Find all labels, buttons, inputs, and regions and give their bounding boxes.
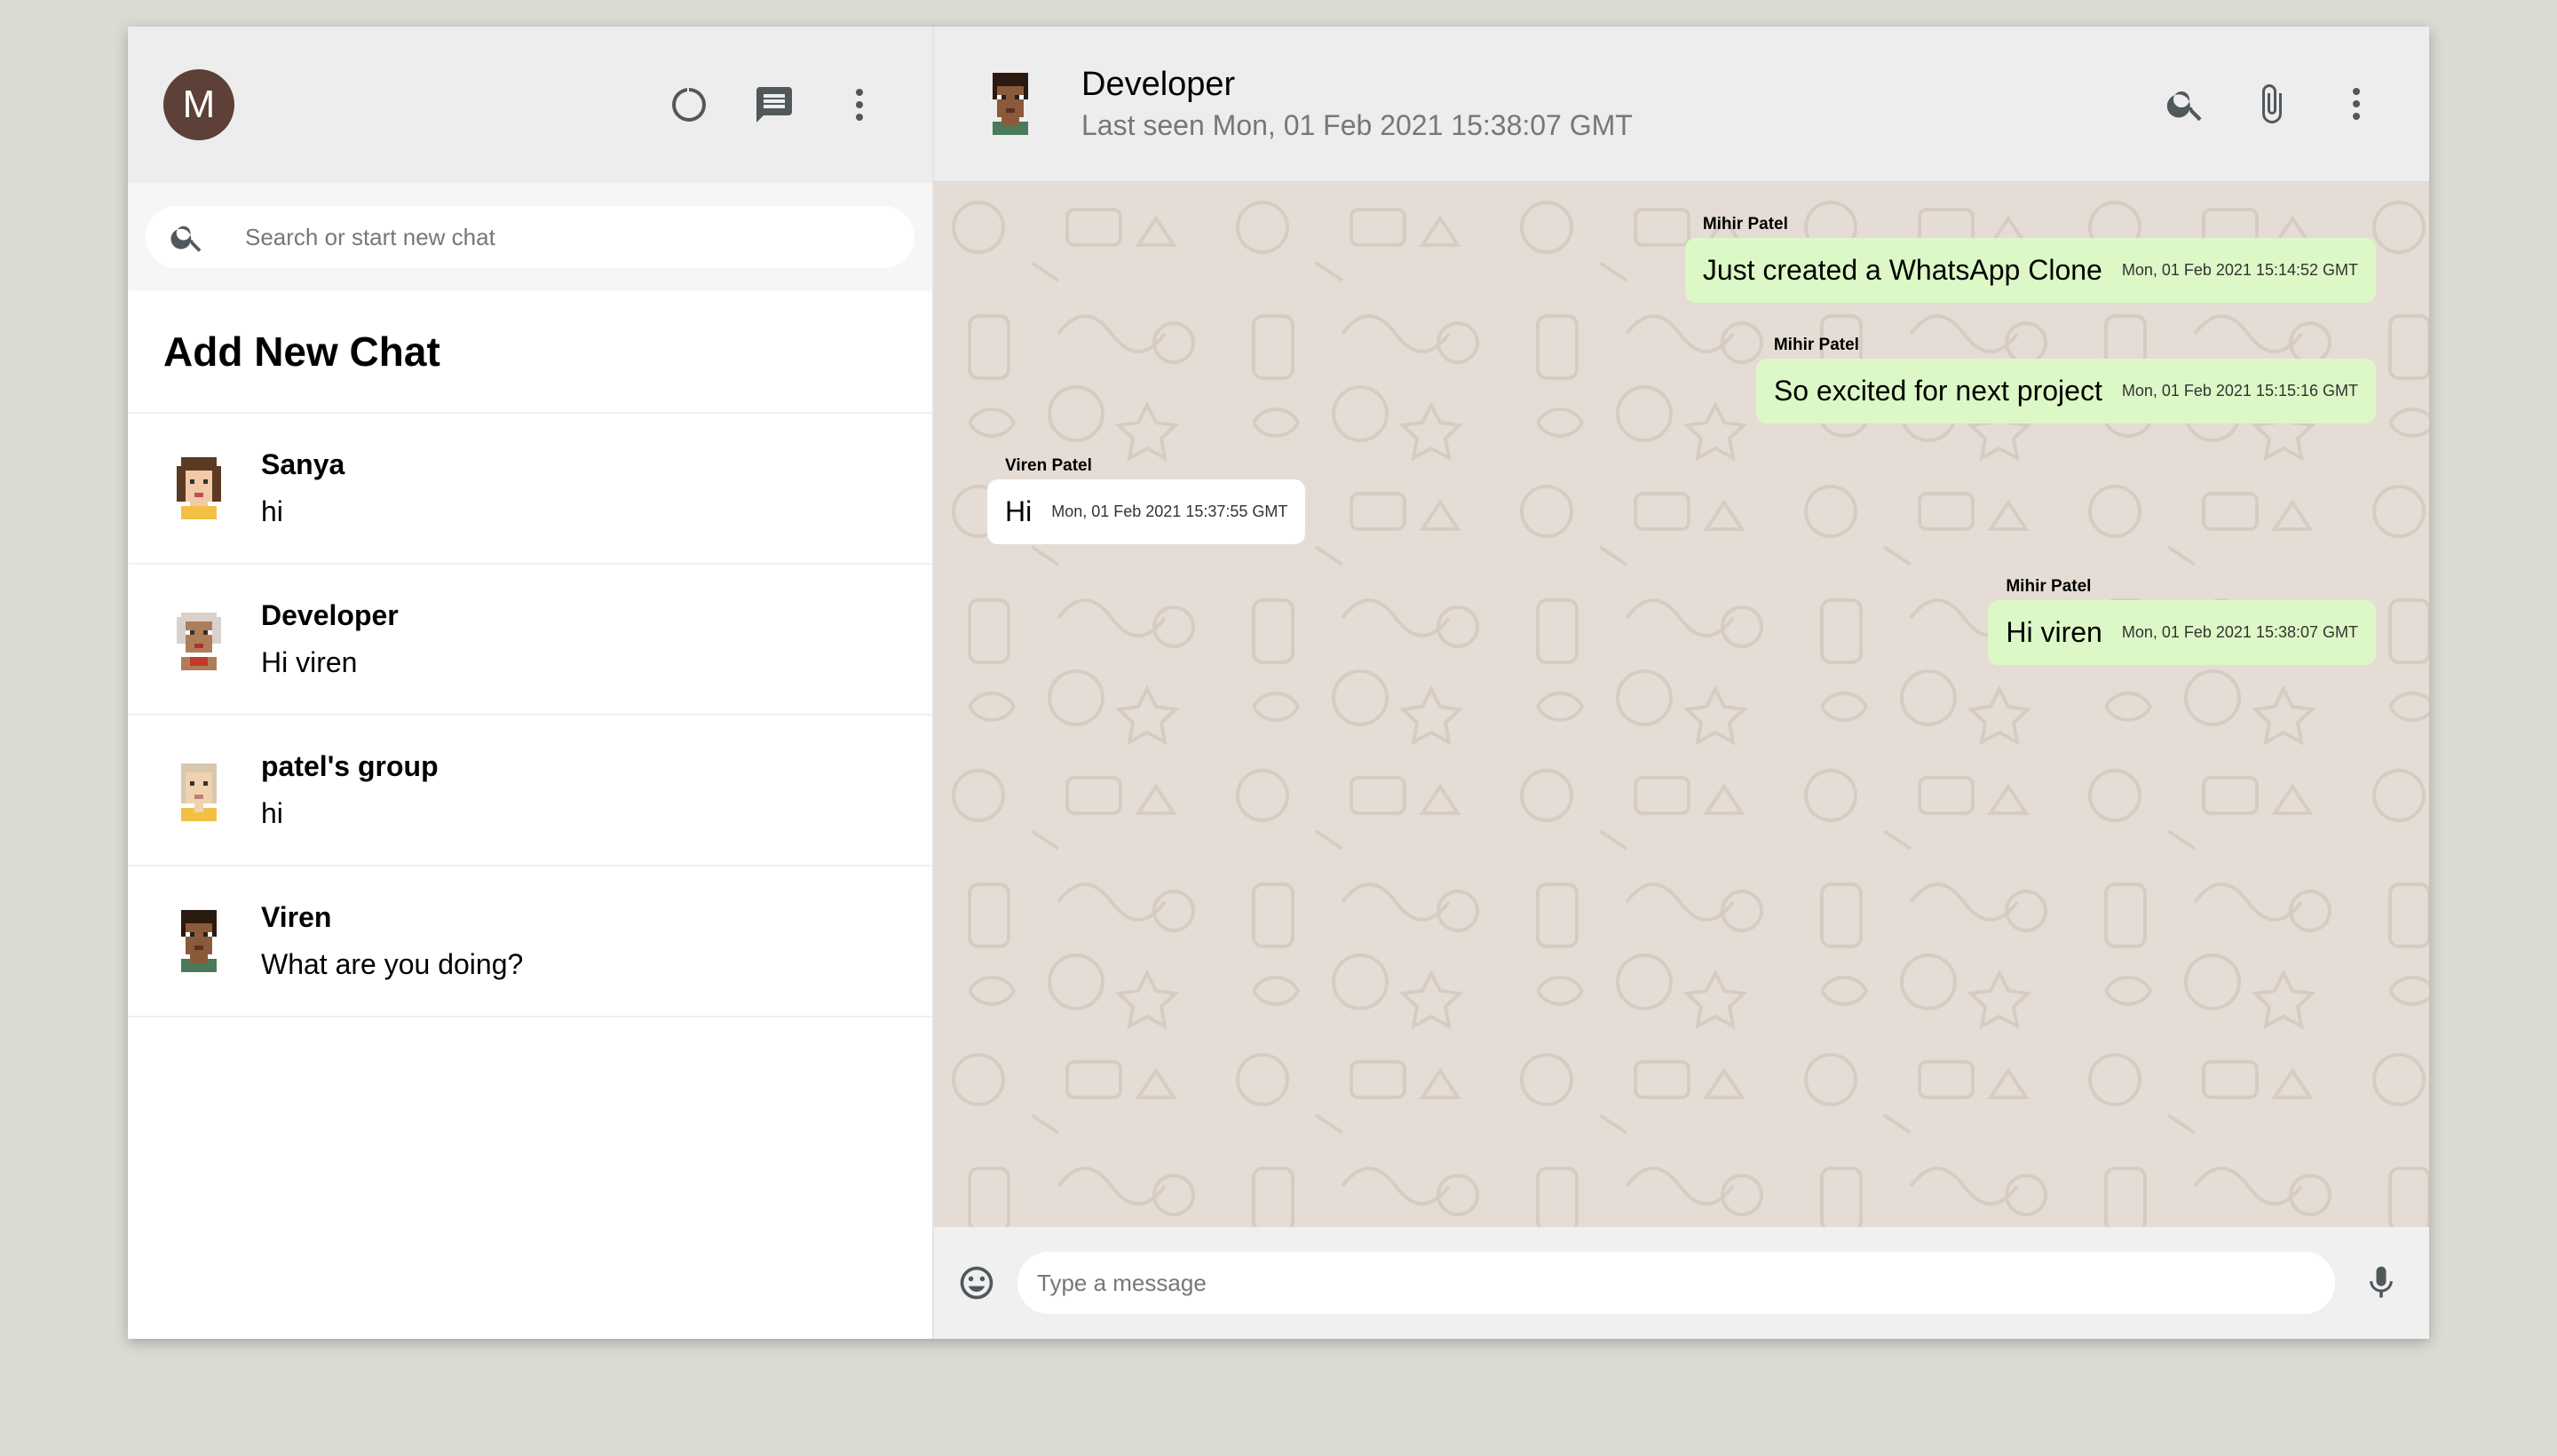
chat-header-info[interactable]: Developer Last seen Mon, 01 Feb 2021 15:… [1081,66,2165,142]
search-icon[interactable] [2165,83,2207,125]
search-box [146,206,914,268]
search-icon [170,226,202,252]
chat-list-item[interactable]: Viren What are you doing? [128,866,932,1017]
viren-avatar [181,910,217,972]
chat-last-message: hi [261,797,283,829]
menu-icon[interactable] [838,83,881,126]
message[interactable]: Viren Patel Hi Mon, 01 Feb 2021 15:37:55… [987,456,1306,544]
whatsapp-app: M Add New Chat [128,27,2429,1339]
message-sender: Mihir Patel [2006,577,2092,596]
menu-icon[interactable] [2335,83,2378,125]
message-sender: Viren Patel [1005,456,1092,475]
chat-header-icons [2165,83,2378,125]
chat-info: Viren What are you doing? [261,901,523,981]
last-seen: Last seen Mon, 01 Feb 2021 15:38:07 GMT [1081,109,1633,141]
chat-name: Sanya [261,448,345,480]
sidebar-header-icons [668,83,881,126]
sidebar-header: M [128,27,932,183]
sidebar: M Add New Chat [128,27,934,1339]
message-text: Hi viren [2006,616,2102,648]
emoji-icon[interactable] [955,1262,998,1304]
message-bubble: Hi Mon, 01 Feb 2021 15:37:55 GMT [987,479,1306,544]
message-sender: Mihir Patel [1773,336,1859,354]
chat-last-message: What are you doing? [261,948,524,980]
contact-avatar[interactable] [975,68,1046,139]
message-text: Hi [1005,495,1033,527]
message[interactable]: Mihir Patel Just created a WhatsApp Clon… [1684,215,2376,303]
chat-list-item[interactable]: Sanya hi [128,414,932,565]
message-bubble: So excited for next project Mon, 01 Feb … [1755,359,2376,423]
message-bubble: Hi viren Mon, 01 Feb 2021 15:38:07 GMT [1988,600,2376,665]
add-new-chat-button[interactable]: Add New Chat [128,291,932,414]
chat-info: Developer Hi viren [261,599,399,679]
message-sender: Mihir Patel [1702,215,1788,233]
chat-header: Developer Last seen Mon, 01 Feb 2021 15:… [934,27,2429,183]
search-container [128,183,932,291]
chat-last-message: hi [261,495,283,527]
chat-body: Mihir Patel Just created a WhatsApp Clon… [934,183,2429,1227]
message-input[interactable] [1017,1252,2335,1314]
mic-icon[interactable] [2360,1262,2403,1304]
search-input[interactable] [245,223,891,251]
chat-list-item[interactable]: Developer Hi viren [128,565,932,716]
message-composer [934,1227,2429,1339]
sanya-avatar [177,457,221,519]
message-time: Mon, 01 Feb 2021 15:37:55 GMT [1051,502,1288,520]
message[interactable]: Mihir Patel So excited for next project … [1755,336,2376,423]
message-bubble: Just created a WhatsApp Clone Mon, 01 Fe… [1684,238,2376,303]
chat-name: Viren [261,901,332,933]
message-list: Mihir Patel Just created a WhatsApp Clon… [934,183,2429,1227]
message-time: Mon, 01 Feb 2021 15:38:07 GMT [2121,623,2358,641]
developer-avatar [177,613,221,670]
attach-icon[interactable] [2250,83,2292,125]
chat-info: patel's group hi [261,750,439,830]
chat-panel: Developer Last seen Mon, 01 Feb 2021 15:… [934,27,2429,1339]
chat-name: Developer [261,599,399,631]
chat-contact-name: Developer [1081,66,1236,103]
message-time: Mon, 01 Feb 2021 15:14:52 GMT [2121,261,2358,279]
chat-name: patel's group [261,750,439,782]
new-chat-icon[interactable] [753,83,796,126]
chat-last-message: Hi viren [261,646,358,678]
chat-info: Sanya hi [261,448,344,528]
message-time: Mon, 01 Feb 2021 15:15:16 GMT [2121,382,2358,400]
user-avatar[interactable]: M [163,69,234,140]
message[interactable]: Mihir Patel Hi viren Mon, 01 Feb 2021 15… [1988,577,2376,665]
chat-list-item[interactable]: patel's group hi [128,716,932,866]
status-icon[interactable] [668,83,710,126]
message-text: So excited for next project [1773,375,2102,407]
message-text: Just created a WhatsApp Clone [1702,254,2102,286]
group-avatar [181,764,217,821]
